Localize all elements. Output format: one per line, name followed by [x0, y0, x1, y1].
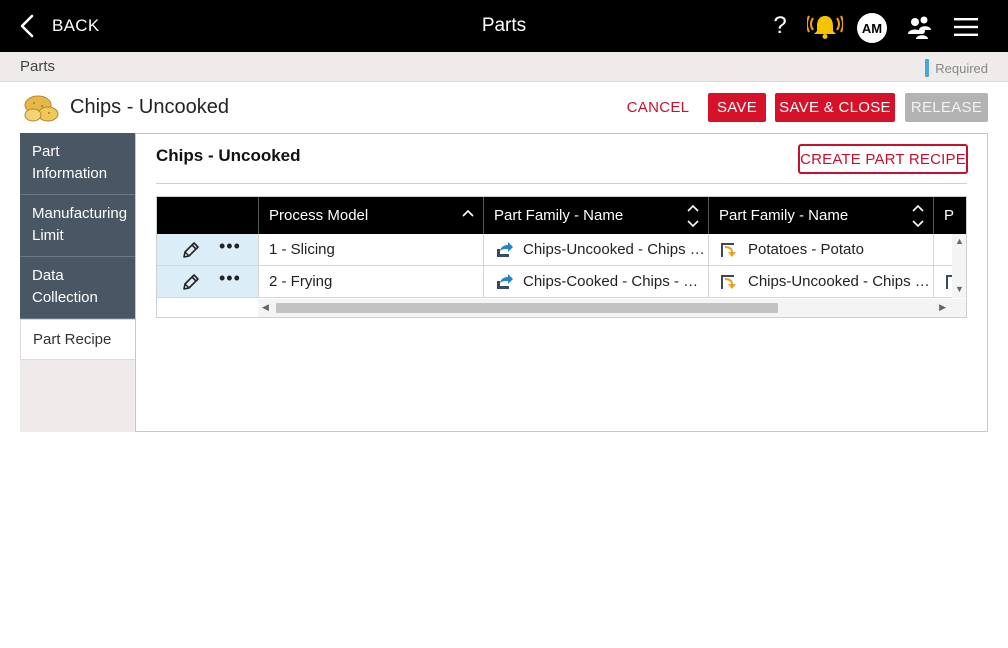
horizontal-scrollbar[interactable]: ◀ ▶: [258, 299, 966, 317]
more-dots-icon[interactable]: •••: [219, 269, 243, 291]
required-marker: [925, 59, 930, 77]
breadcrumb-bar: Parts Required: [0, 52, 1008, 82]
required-legend: Required: [925, 59, 988, 77]
user-avatar[interactable]: AM: [857, 13, 887, 43]
user-group-icon[interactable]: [906, 14, 932, 40]
hamburger-menu-icon[interactable]: [954, 18, 978, 36]
nav-item-data-collection[interactable]: Data Collection: [20, 257, 136, 319]
nav-item-manufacturing-limit[interactable]: Manufacturing Limit: [20, 195, 136, 257]
scroll-right-icon[interactable]: ▶: [939, 302, 946, 313]
nav-label: Collection: [32, 289, 98, 306]
scrollbar-thumb[interactable]: [276, 303, 778, 313]
bell-icon[interactable]: [807, 12, 843, 40]
nav-label: Data: [32, 267, 64, 284]
cell-text: 2 - Frying: [269, 273, 333, 290]
nav-label: Limit: [32, 227, 64, 244]
cancel-button[interactable]: CANCEL: [620, 93, 696, 122]
part-recipe-panel: Chips - Uncooked CREATE PART RECIPE Proc…: [135, 133, 988, 432]
row-actions: •••: [157, 266, 258, 297]
nav-label: Manufacturing: [32, 205, 128, 222]
cell-truncated: [933, 234, 953, 265]
part-title: Chips - Uncooked: [70, 96, 229, 118]
breadcrumb[interactable]: Parts: [20, 58, 55, 75]
nav-label: Part: [32, 143, 60, 160]
chevron-left-icon: [20, 14, 34, 38]
column-label: Process Model: [269, 207, 369, 224]
scroll-up-icon[interactable]: ▲: [955, 236, 964, 246]
panel-title: Chips - Uncooked: [156, 146, 301, 165]
scroll-left-icon[interactable]: ◀: [262, 302, 269, 313]
cell-output-part-family: Chips-Cooked - Chips - Co...: [483, 266, 708, 297]
potato-icon: [24, 95, 59, 122]
table-row[interactable]: ••• 1 - Slicing Chips-Uncooked - Chips -…: [157, 234, 966, 266]
column-header-output-part-family[interactable]: Part Family - Name: [483, 197, 708, 234]
nav-item-part-recipe[interactable]: Part Recipe: [20, 319, 136, 360]
side-nav: Part Information Manufacturing Limit Dat…: [20, 133, 136, 432]
release-button: RELEASE: [905, 93, 988, 122]
recipe-grid: Process Model Part Family - Name Part Fa…: [156, 196, 967, 318]
column-header-truncated[interactable]: P: [933, 197, 966, 234]
column-label: Part Family - Name: [494, 207, 624, 224]
column-label: Part Family - Name: [719, 207, 849, 224]
input-arrow-icon: [721, 242, 736, 257]
cell-text: 1 - Slicing: [269, 241, 335, 258]
nav-item-part-information[interactable]: Part Information: [20, 133, 136, 195]
cell-process-model: 1 - Slicing: [258, 234, 483, 265]
pencil-icon[interactable]: [181, 272, 201, 292]
grid-header: Process Model Part Family - Name Part Fa…: [157, 197, 966, 234]
cell-text: Chips-Cooked - Chips - Co...: [523, 273, 708, 290]
save-and-close-button[interactable]: SAVE & CLOSE: [775, 93, 895, 122]
pencil-icon[interactable]: [181, 240, 201, 260]
table-row[interactable]: ••• 2 - Frying Chips-Cooked - Chips - Co…: [157, 266, 966, 298]
cell-text: Chips-Uncooked - Chips - ...: [748, 273, 933, 290]
back-button[interactable]: BACK: [18, 12, 100, 40]
top-bar: BACK Parts ? AM: [0, 0, 1008, 52]
sort-ascending-icon[interactable]: [461, 206, 475, 220]
cell-text: Chips-Uncooked - Chips - ...: [523, 241, 708, 258]
nav-label: Information: [32, 165, 108, 182]
output-arrow-icon: [497, 241, 513, 257]
cell-input-part-family: Potatoes - Potato: [708, 234, 933, 265]
cell-input-part-family: Chips-Uncooked - Chips - ...: [708, 266, 933, 297]
sort-icon[interactable]: [686, 202, 700, 230]
column-header-process-model[interactable]: Process Model: [258, 197, 483, 234]
cell-text: Potatoes - Potato: [748, 241, 864, 258]
required-label: Required: [935, 60, 988, 76]
row-actions: •••: [157, 234, 258, 265]
save-button[interactable]: SAVE: [708, 93, 766, 122]
create-part-recipe-button[interactable]: CREATE PART RECIPE: [798, 144, 968, 174]
cell-process-model: 2 - Frying: [258, 266, 483, 297]
scroll-down-icon[interactable]: ▼: [955, 284, 964, 294]
column-header-input-part-family[interactable]: Part Family - Name: [708, 197, 933, 234]
sort-icon[interactable]: [911, 202, 925, 230]
cell-truncated: [933, 266, 953, 297]
output-arrow-icon: [497, 273, 513, 289]
column-label: P: [944, 207, 955, 224]
cell-output-part-family: Chips-Uncooked - Chips - ...: [483, 234, 708, 265]
input-arrow-icon: [721, 274, 736, 289]
back-label: BACK: [52, 16, 100, 35]
more-dots-icon[interactable]: •••: [219, 237, 243, 259]
divider: [156, 183, 967, 184]
nav-label: Part Recipe: [33, 331, 112, 348]
vertical-scrollbar[interactable]: ▲ ▼: [952, 234, 966, 298]
help-icon[interactable]: ?: [770, 12, 790, 40]
